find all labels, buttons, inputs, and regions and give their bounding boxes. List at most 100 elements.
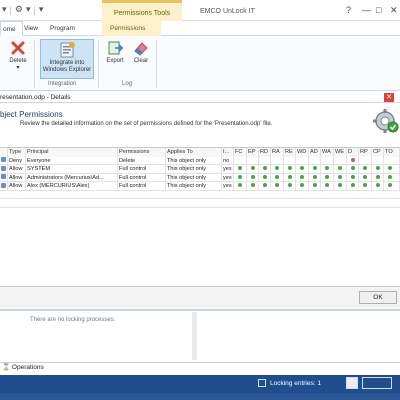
table-cell-type: Allow [8, 182, 26, 191]
table-header-cell[interactable]: WE [334, 148, 347, 157]
export-button-label: Export [106, 58, 124, 64]
maximize-button[interactable]: □ [376, 5, 381, 15]
table-header-cell[interactable]: D [347, 148, 359, 157]
table-cell-permissions: Delete [118, 156, 166, 165]
tab-operations[interactable]: ⌛ Operations [2, 363, 44, 371]
settings-gear-icon[interactable]: ⚙ [15, 4, 23, 15]
permission-flag-cell [347, 182, 359, 191]
table-header-cell[interactable]: RA [271, 148, 284, 157]
tab-program[interactable]: Program [50, 25, 75, 32]
allow-dot-icon [325, 174, 329, 179]
group-separator [98, 40, 99, 88]
table-cell-principal: Alex (MERCURIUS\Alex) [26, 182, 118, 191]
table-row[interactable]: Allow Alex (MERCURIUS\Alex) Full control Th… [0, 182, 400, 191]
ribbon-panel: Delete ▾ Integrate into Windows Explorer… [0, 36, 400, 91]
allow-dot-icon [300, 183, 304, 188]
allow-dot-icon [288, 166, 292, 171]
dropdown-arrow-icon[interactable]: ▾ [2, 4, 7, 15]
permission-flag-cell [259, 165, 271, 174]
permission-flag-cell [234, 165, 247, 174]
permission-flag-cell [384, 173, 400, 182]
table-header-cell[interactable]: Permissions [118, 148, 166, 157]
table-header-cell[interactable]: I... [222, 148, 234, 157]
table-header-cell[interactable]: TO [384, 148, 400, 157]
permission-flag-cell [296, 173, 309, 182]
ribbon-tab-bar: ome View Program Permissions [0, 21, 400, 36]
table-header-row: Type Principal Permissions Applies To I... FC… [0, 148, 400, 157]
delete-x-icon [11, 41, 25, 55]
table-header-cell[interactable]: Type [8, 148, 26, 157]
table-cell-principal: Everyone [26, 156, 118, 165]
table-row[interactable]: Deny Everyone Delete This object only no [0, 156, 400, 165]
table-header-cell[interactable]: AD [309, 148, 321, 157]
table-header-cell[interactable]: Principal [26, 148, 118, 157]
dropdown-arrow-icon: ▾ [16, 65, 20, 71]
table-header-cell[interactable]: WD [296, 148, 309, 157]
log-group-label: Log [122, 81, 133, 87]
allow-dot-icon [388, 166, 392, 171]
permission-flag-cell [334, 156, 347, 165]
table-header-cell[interactable]: RD [259, 148, 271, 157]
document-view-icon[interactable] [346, 377, 358, 389]
permission-flag-cell [384, 182, 400, 191]
close-window-button[interactable]: ✕ [390, 5, 398, 16]
permission-flag-cell [347, 165, 359, 174]
customize-toolbar-icon[interactable]: ▾ [39, 4, 44, 15]
help-button[interactable]: ? [346, 5, 351, 15]
clear-button[interactable]: Clear [130, 40, 152, 76]
table-cell-applies-to: This object only [166, 156, 222, 165]
title-bar: ▾ | ⚙ ▾ | ▾ Permissions Tools EMCO UnLoc… [0, 0, 400, 21]
table-header-cell[interactable]: WA [321, 148, 334, 157]
table-row[interactable]: Allow Administrators (Mercurius\Ad... Full… [0, 173, 400, 182]
permission-flag-cell [334, 165, 347, 174]
permission-flag-cell [384, 156, 400, 165]
permission-flag-cell [309, 156, 321, 165]
eraser-icon [134, 42, 148, 56]
export-button[interactable]: Export [102, 40, 128, 76]
permission-flag-cell [271, 173, 284, 182]
table-header-cell[interactable]: RP [359, 148, 372, 157]
locking-entries-count: Locking entries: 1 [270, 380, 321, 387]
integration-group-label: Integration [48, 81, 77, 87]
tab-home[interactable]: ome [0, 21, 23, 36]
delete-button[interactable]: Delete ▾ [4, 40, 32, 78]
table-header-cell[interactable]: Applies To [166, 148, 222, 157]
table-cell-applies-to: This object only [166, 182, 222, 191]
permission-flag-cell [247, 156, 259, 165]
vertical-scrollbar[interactable] [192, 312, 197, 360]
permission-flag-cell [247, 165, 259, 174]
table-header-cell[interactable]: RE [284, 148, 296, 157]
minimize-button[interactable]: — [362, 5, 371, 15]
ok-button[interactable]: OK [359, 291, 397, 304]
empty-table-row [0, 199, 400, 208]
allow-dot-icon [263, 166, 267, 171]
details-footer [0, 286, 400, 308]
allow-dot-icon [288, 183, 292, 188]
allow-dot-icon [325, 183, 329, 188]
allow-dot-icon [338, 166, 342, 171]
separator-bar: | [9, 4, 12, 15]
status-strip [0, 375, 400, 393]
close-details-button[interactable]: ✕ [384, 93, 394, 102]
object-permissions-header: bject Permissions Review the detailed in… [0, 104, 400, 142]
table-header-cell[interactable]: CP [372, 148, 384, 157]
table-cell-principal: Administrators (Mercurius\Ad... [26, 173, 118, 182]
dropdown-arrow-icon[interactable]: ▾ [26, 4, 31, 15]
delete-button-label: Delete [9, 58, 27, 64]
permission-flag-cell [347, 156, 359, 165]
table-header-cell[interactable]: FC [234, 148, 247, 157]
tab-permissions[interactable]: Permissions [102, 21, 162, 36]
user-icon [0, 156, 8, 165]
tab-view[interactable]: View [24, 25, 38, 32]
empty-table-row [0, 191, 400, 199]
table-header-cell[interactable]: EP [247, 148, 259, 157]
allow-dot-icon [313, 183, 317, 188]
operations-tab-label: Operations [11, 364, 44, 371]
layout-toggle-icon[interactable] [362, 377, 392, 389]
permission-flag-cell [284, 182, 296, 191]
table-cell-permissions: Full control [118, 173, 166, 182]
table-row[interactable]: Allow SYSTEM Full control This object only y… [0, 165, 400, 174]
integrate-explorer-button[interactable]: Integrate into Windows Explorer [40, 39, 94, 79]
permission-flag-cell [259, 173, 271, 182]
permission-flag-cell [271, 156, 284, 165]
